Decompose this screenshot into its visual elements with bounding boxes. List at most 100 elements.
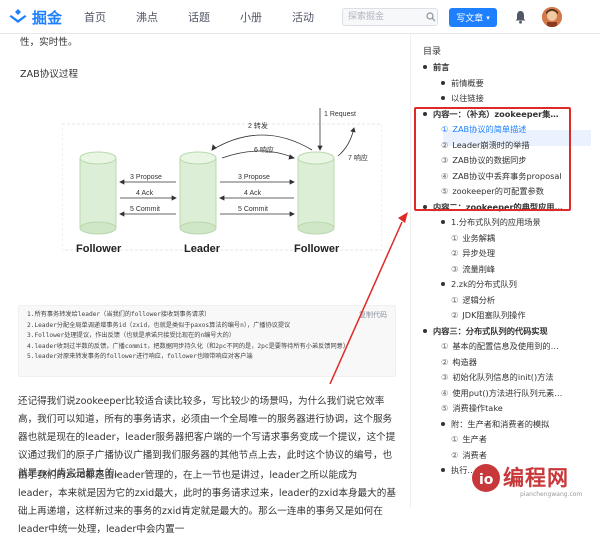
toc-item[interactable]: ④ 使用put()方法进行队列元素…	[441, 386, 562, 400]
watermark-subtext: pianchengwang.com	[520, 491, 583, 498]
nav-home[interactable]: 首页	[84, 9, 106, 25]
toc-item-label: 附：生产者和消费者的模拟	[451, 418, 550, 429]
avatar-image	[542, 7, 562, 27]
arrow-label-left-ack: 4 Ack	[136, 190, 154, 197]
paragraph-top: 性，实时性。	[20, 37, 78, 48]
toc-item[interactable]: ③ 流量削峰	[451, 262, 495, 276]
toc-bullet-icon	[441, 468, 445, 472]
toc-item-label: 前情概要	[451, 77, 484, 88]
code-line: 3.Follower处理提议，作出反馈（也就是承诺只接受比现在的n编号大的）	[27, 332, 236, 340]
node-label-follower-left: Follower	[76, 243, 122, 255]
toc-item[interactable]: 内容三：分布式队列的代码实现	[423, 324, 548, 338]
search-input[interactable]: 探索掘金	[342, 8, 438, 26]
logo-text: 掘金	[32, 8, 63, 27]
juejin-logo-icon	[9, 9, 27, 23]
toc-item-label: 业务解耦	[462, 232, 496, 243]
toc-sidebar: 目录 前言 前情概要 以往链接 内容一：（补充）zookeeper集… ① ZAB协议的简…	[410, 34, 600, 508]
toc-bullet-icon	[423, 328, 427, 333]
toc-item-number: ①	[451, 294, 459, 305]
leader-node	[179, 151, 217, 235]
paragraph-2: 由于我们的zxid都是由leader管理的，在上一节也是讲过，leader之所以…	[18, 470, 396, 535]
toc-item[interactable]: ② 构造器	[441, 355, 477, 369]
chevron-down-icon: ▾	[486, 13, 490, 22]
toc-item[interactable]: ① 生产者	[451, 432, 487, 446]
toc-item-label: JDK阻塞队列操作	[462, 310, 526, 320]
watermark-text: 编程网	[503, 466, 569, 490]
toc-item-number: ①	[441, 341, 449, 351]
toc-item[interactable]: 前言	[423, 60, 449, 74]
toc-title: 目录	[423, 47, 442, 57]
toc-item-label: 内容三：分布式队列的代码实现	[433, 325, 548, 336]
label-response-7: 7 响应	[348, 153, 368, 162]
toc-item[interactable]: ③ 初始化队列信息的init()方法	[441, 370, 554, 384]
copy-code-button[interactable]: 复制代码	[359, 310, 387, 320]
user-avatar[interactable]	[542, 7, 562, 27]
toc-item-number: ①	[451, 434, 459, 444]
toc-item[interactable]: 前情概要	[441, 76, 484, 90]
main-nav: 首页 沸点 话题 小册 活动	[84, 0, 344, 34]
code-line: 2.Leader分配全局单调递增事务id（zxid，也就是类似于paxos算法的…	[27, 321, 291, 329]
toc-item-number: ②	[441, 356, 449, 367]
toc-item[interactable]: ① 逻辑分析	[451, 293, 495, 307]
top-navbar: 掘金 首页 沸点 话题 小册 活动 探索掘金 写文章 ▾	[0, 0, 600, 34]
write-article-label: 写文章	[456, 14, 484, 24]
nav-topics[interactable]: 话题	[188, 9, 210, 25]
search-icon[interactable]	[426, 12, 436, 22]
toc-item-label: 消费操作take	[452, 403, 503, 413]
write-article-button[interactable]: 写文章 ▾	[449, 8, 497, 27]
toc-item-number: ③	[441, 372, 449, 382]
toc-item-number: ②	[451, 248, 459, 258]
bell-icon[interactable]	[514, 10, 527, 24]
juejin-logo[interactable]: 掘金	[8, 6, 62, 28]
toc-item-label: 1.分布式队列的应用场景	[451, 217, 541, 227]
toc-item-label: 流量削峰	[462, 263, 496, 274]
toc-item-label: 基本的配置信息及使用到的…	[452, 341, 559, 351]
toc-item[interactable]: ① 基本的配置信息及使用到的…	[441, 339, 559, 353]
toc-bullet-icon	[441, 220, 445, 224]
toc-item-label: 逻辑分析	[462, 294, 496, 305]
code-line: 4.leader收到过半数的反馈，广播commit，把数据同步持久化（和2pc不…	[27, 342, 350, 350]
follower-left-node	[79, 151, 117, 235]
highlight-annotation-box	[414, 107, 571, 211]
arrow-label-right-propose: 3 Propose	[238, 174, 270, 181]
toc-item[interactable]: 1.分布式队列的应用场景	[441, 215, 541, 229]
toc-item-label: 以往链接	[451, 93, 484, 103]
toc-bullet-icon	[441, 282, 445, 286]
toc-bullet-icon	[441, 421, 445, 426]
svg-text:io: io	[479, 472, 494, 488]
toc-item[interactable]: ⑤ 消费操作take	[441, 401, 503, 415]
node-label-leader: Leader	[184, 243, 221, 255]
nav-events[interactable]: 活动	[292, 9, 314, 25]
toc-item-label: 前言	[433, 62, 450, 72]
toc-item-label: 2.zk的分布式队列	[451, 279, 517, 289]
toc-item-label: 初始化队列信息的init()方法	[452, 372, 554, 382]
toc-item-label: 生产者	[462, 434, 487, 444]
toc-item[interactable]: 2.zk的分布式队列	[441, 277, 517, 291]
toc-item-number: ①	[451, 232, 459, 243]
toc-item-number: ③	[451, 263, 459, 274]
code-line: 1.所有事务转发给leader（当我们的follower接收到事务请求）	[27, 311, 211, 318]
code-block: 复制代码 1.所有事务转发给leader（当我们的follower接收到事务请求…	[18, 305, 396, 377]
zab-diagram: 3 Propose 4 Ack 5 Commit 3 Propose 4 Ack…	[62, 108, 382, 255]
toc-item-label: 构造器	[452, 356, 477, 367]
toc-item-label: 异步处理	[462, 248, 496, 258]
toc-item[interactable]: ① 业务解耦	[451, 231, 495, 245]
toc-bullet-icon	[441, 96, 445, 100]
toc-item[interactable]: 以往链接	[441, 91, 484, 105]
toc-item[interactable]: 附：生产者和消费者的模拟	[441, 417, 549, 431]
toc-item[interactable]: ② JDK阻塞队列操作	[451, 308, 526, 322]
toc-item-label: 使用put()方法进行队列元素…	[452, 387, 563, 398]
toc-bullet-icon	[423, 65, 427, 69]
toc-item[interactable]: ② 异步处理	[451, 246, 495, 260]
nav-pins[interactable]: 沸点	[136, 9, 158, 25]
arrow-label-right-ack: 4 Ack	[244, 190, 262, 197]
toc-item-number: ④	[441, 387, 449, 398]
arrow-label-right-commit: 5 Commit	[238, 206, 268, 213]
node-label-follower-right: Follower	[294, 243, 340, 255]
toc-item-number: ⑤	[441, 403, 449, 413]
label-forward: 2 转发	[248, 121, 268, 130]
toc-bullet-icon	[441, 80, 445, 85]
arrow-label-left-commit: 5 Commit	[130, 206, 160, 213]
label-request: 1 Request	[324, 111, 356, 118]
nav-books[interactable]: 小册	[240, 9, 262, 25]
